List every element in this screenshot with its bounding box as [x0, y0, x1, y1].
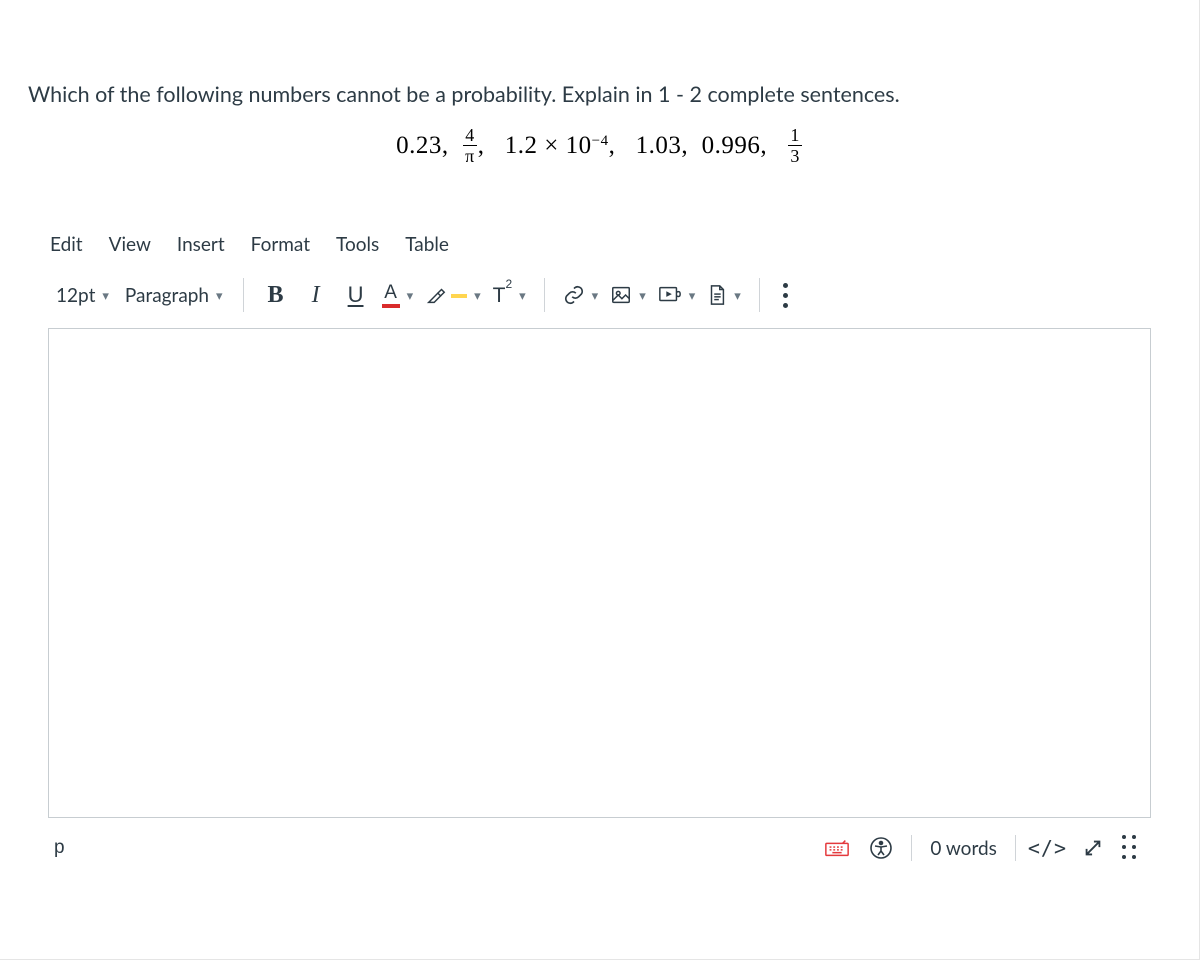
chevron-down-icon: ▾ — [734, 287, 741, 304]
chevron-down-icon: ▾ — [519, 287, 526, 304]
chevron-down-icon: ▾ — [592, 287, 599, 304]
editor-toolbar: 12pt ▾ Paragraph ▾ B I U — [48, 270, 1151, 328]
question-values: 0.23, 4π, 1.2 × 10−4, 1.03, 0.996, 13 — [28, 128, 1171, 167]
text-color-swatch — [382, 304, 400, 308]
image-icon — [610, 284, 632, 306]
html-view-button[interactable]: </> — [1028, 832, 1067, 864]
chevron-down-icon: ▾ — [639, 287, 646, 304]
document-button[interactable]: ▾ — [701, 276, 747, 314]
question-prompt: Which of the following numbers cannot be… — [28, 30, 1171, 110]
media-button[interactable]: ▾ — [652, 276, 702, 314]
more-vertical-icon — [779, 279, 792, 312]
toolbar-separator — [759, 278, 760, 312]
underline-button[interactable]: U — [336, 276, 376, 314]
accessibility-button[interactable] — [863, 832, 899, 864]
highlight-color-button[interactable]: ▾ — [419, 276, 487, 314]
rich-text-editor: Edit View Insert Format Tools Table 12pt… — [48, 227, 1151, 874]
fullscreen-button[interactable] — [1075, 832, 1111, 864]
resize-handle[interactable] — [1119, 832, 1141, 864]
image-button[interactable]: ▾ — [604, 276, 652, 314]
menu-format[interactable]: Format — [251, 233, 310, 256]
bold-button[interactable]: B — [256, 276, 296, 314]
chevron-down-icon: ▾ — [216, 287, 223, 304]
block-format-label: Paragraph — [125, 284, 209, 307]
link-button[interactable]: ▾ — [557, 276, 605, 314]
question-editor-container: Which of the following numbers cannot be… — [0, 0, 1200, 960]
superscript-button[interactable]: T2 ▾ — [487, 276, 532, 314]
link-icon — [563, 284, 585, 306]
keyboard-icon — [824, 838, 850, 858]
chevron-down-icon: ▾ — [102, 287, 109, 304]
italic-button[interactable]: I — [296, 276, 336, 314]
toolbar-separator — [544, 278, 545, 312]
more-tools-button[interactable] — [772, 276, 800, 314]
accessibility-icon — [869, 836, 893, 860]
block-format-select[interactable]: Paragraph ▾ — [117, 276, 231, 314]
menu-tools[interactable]: Tools — [336, 233, 379, 256]
chevron-down-icon: ▾ — [474, 287, 481, 304]
statusbar-separator — [1015, 835, 1016, 861]
menu-view[interactable]: View — [109, 233, 151, 256]
menu-insert[interactable]: Insert — [177, 233, 225, 256]
keyboard-button[interactable] — [819, 832, 855, 864]
toolbar-separator — [243, 278, 244, 312]
expand-icon — [1082, 837, 1104, 859]
text-color-button[interactable]: A ▾ — [376, 276, 420, 314]
highlighter-icon — [425, 284, 447, 306]
editor-menubar: Edit View Insert Format Tools Table — [48, 227, 1151, 270]
chevron-down-icon: ▾ — [689, 287, 696, 304]
editor-statusbar: p — [48, 818, 1151, 874]
drag-handle-icon — [1120, 833, 1140, 863]
menu-edit[interactable]: Edit — [50, 233, 83, 256]
word-count[interactable]: 0 words — [920, 837, 1006, 860]
statusbar-separator — [911, 835, 912, 861]
highlight-swatch — [451, 294, 467, 298]
chevron-down-icon: ▾ — [407, 287, 414, 304]
editor-content-area[interactable] — [48, 328, 1151, 818]
element-path[interactable]: p — [54, 837, 65, 859]
code-icon: </> — [1028, 836, 1067, 860]
menu-table[interactable]: Table — [405, 233, 449, 256]
document-icon — [707, 284, 727, 306]
media-icon — [658, 284, 682, 306]
font-size-label: 12pt — [56, 284, 95, 307]
font-size-select[interactable]: 12pt ▾ — [48, 276, 117, 314]
